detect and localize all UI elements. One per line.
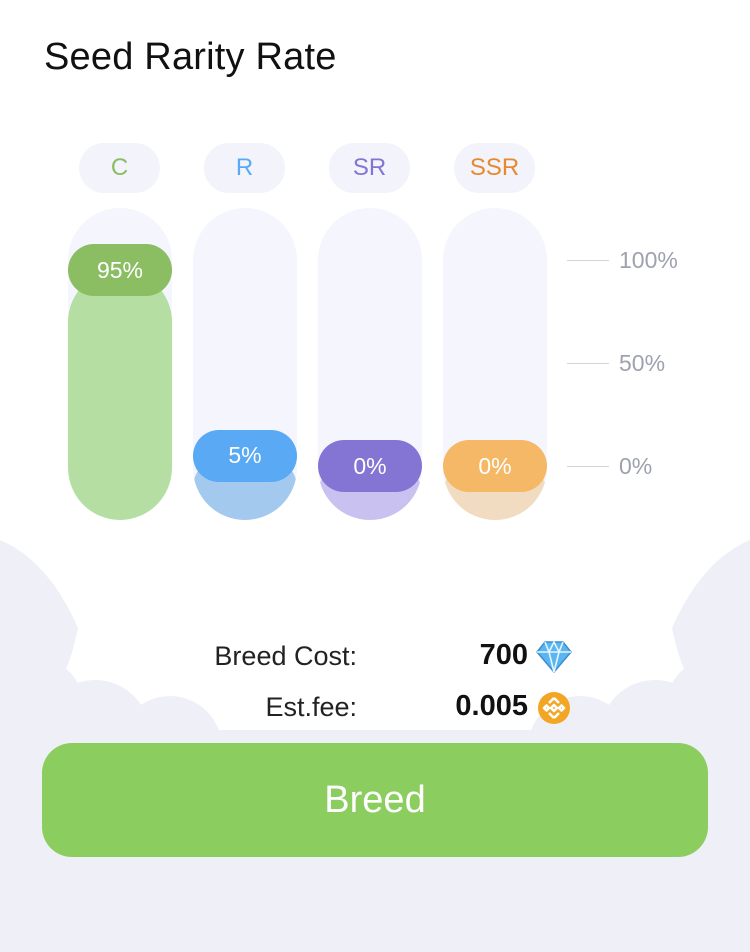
bar-value-sr: 0% <box>318 440 422 492</box>
est-fee-label: Est.fee: <box>265 692 357 722</box>
y-tick-line-0 <box>567 466 609 467</box>
bnb-coin-icon <box>538 692 570 724</box>
bar-fill-c <box>68 270 172 520</box>
category-label-sr: SR <box>329 143 410 193</box>
y-tick-line-50 <box>567 363 609 364</box>
page-title: Seed Rarity Rate <box>44 36 337 78</box>
category-label-c: C <box>79 143 160 193</box>
breed-panel: Seed Rarity Rate C R SR SSR 95% 5% 0% 0%… <box>0 0 750 952</box>
category-label-r: R <box>204 143 285 193</box>
y-tick-label-100: 100% <box>619 247 678 273</box>
bar-value-ssr: 0% <box>443 440 547 492</box>
y-tick-line-100 <box>567 260 609 261</box>
breed-cost-row: Breed Cost: 700 <box>0 637 750 677</box>
breed-cost-value: 700 <box>479 639 528 671</box>
diamond-gem-icon <box>536 641 572 673</box>
breed-button[interactable]: Breed <box>42 743 708 857</box>
y-tick-label-50: 50% <box>619 350 666 376</box>
est-fee-value: 0.005 <box>455 690 528 722</box>
bar-value-c: 95% <box>68 244 172 297</box>
bar-track-ssr: 0% <box>443 208 547 520</box>
bar-track-sr: 0% <box>318 208 422 520</box>
category-label-ssr: SSR <box>454 143 535 193</box>
breed-cost-label: Breed Cost: <box>214 641 357 671</box>
bar-track-c: 95% <box>68 208 172 520</box>
bar-value-r: 5% <box>193 429 297 482</box>
y-tick-label-0: 0% <box>619 453 653 479</box>
bar-track-r: 5% <box>193 208 297 520</box>
est-fee-row: Est.fee: 0.005 <box>0 688 750 728</box>
